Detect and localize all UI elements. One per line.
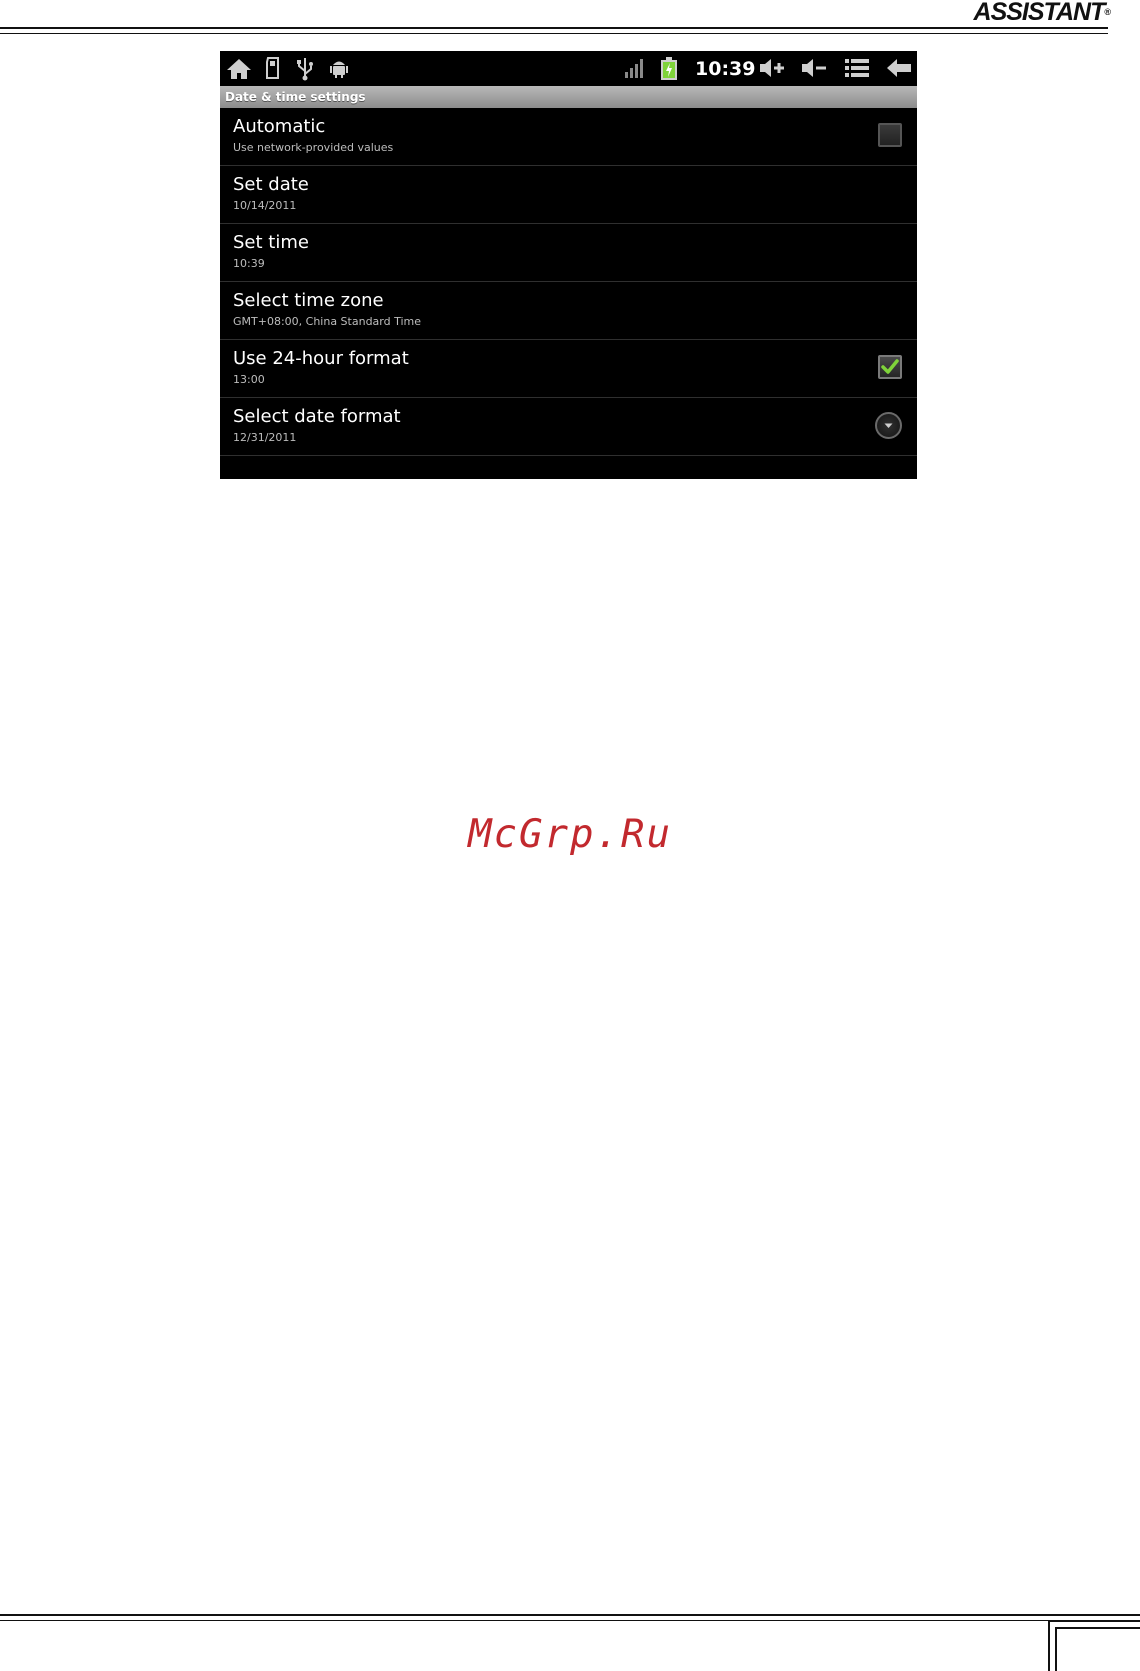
setting-set-time[interactable]: Set time 10:39 — [220, 224, 917, 282]
setting-set-date[interactable]: Set date 10/14/2011 — [220, 166, 917, 224]
setting-summary: 13:00 — [233, 373, 265, 386]
volume-down-icon[interactable] — [800, 57, 828, 79]
setting-time-zone[interactable]: Select time zone GMT+08:00, China Standa… — [220, 282, 917, 340]
menu-icon[interactable] — [844, 57, 870, 79]
status-bar: 10:39 — [220, 51, 917, 86]
battery-charging-icon — [661, 57, 677, 80]
setting-automatic[interactable]: Automatic Use network-provided values — [220, 108, 917, 166]
status-clock: 10:39 — [695, 58, 756, 80]
sd-card-icon — [266, 57, 279, 79]
brand-name: ASSISTANT — [973, 0, 1106, 26]
title-bar: Date & time settings — [220, 86, 917, 108]
home-icon[interactable] — [226, 57, 252, 81]
setting-summary: 10/14/2011 — [233, 199, 297, 212]
footer-rule — [0, 1614, 1140, 1616]
brand-logo: ASSISTANT® — [973, 0, 1111, 26]
setting-summary: 12/31/2011 — [233, 431, 297, 444]
24-hour-checkbox[interactable] — [878, 355, 902, 379]
header-rule-thin — [0, 33, 1108, 34]
setting-title: Set date — [233, 174, 309, 195]
footer-rule-thin — [0, 1620, 1140, 1621]
volume-up-icon[interactable] — [758, 57, 786, 79]
setting-summary: GMT+08:00, China Standard Time — [233, 315, 422, 328]
date-format-dropdown[interactable] — [875, 412, 902, 439]
setting-summary: 10:39 — [233, 257, 265, 270]
settings-list: Automatic Use network-provided values Se… — [220, 108, 917, 456]
setting-title: Select date format — [233, 406, 401, 427]
setting-summary: Use network-provided values — [233, 141, 394, 154]
setting-date-format[interactable]: Select date format 12/31/2011 — [220, 398, 917, 456]
screen-title: Date & time settings — [225, 90, 366, 104]
checkmark-icon — [881, 359, 899, 374]
automatic-checkbox[interactable] — [878, 123, 902, 147]
registered-mark: ® — [1104, 7, 1111, 17]
watermark: McGrp.Ru — [468, 812, 672, 857]
setting-24-hour-format[interactable]: Use 24-hour format 13:00 — [220, 340, 917, 398]
page-number-box — [1048, 1620, 1140, 1671]
setting-title: Set time — [233, 232, 309, 253]
header-rule — [0, 27, 1108, 29]
android-screenshot: 10:39 Date & time settings Automatic Use… — [220, 51, 917, 479]
chevron-down-icon — [884, 423, 893, 428]
setting-title: Automatic — [233, 116, 326, 137]
back-icon[interactable] — [886, 57, 912, 79]
setting-title: Use 24-hour format — [233, 348, 409, 369]
android-debug-icon — [330, 61, 348, 78]
usb-icon — [297, 58, 313, 81]
signal-icon — [625, 59, 643, 78]
setting-title: Select time zone — [233, 290, 384, 311]
